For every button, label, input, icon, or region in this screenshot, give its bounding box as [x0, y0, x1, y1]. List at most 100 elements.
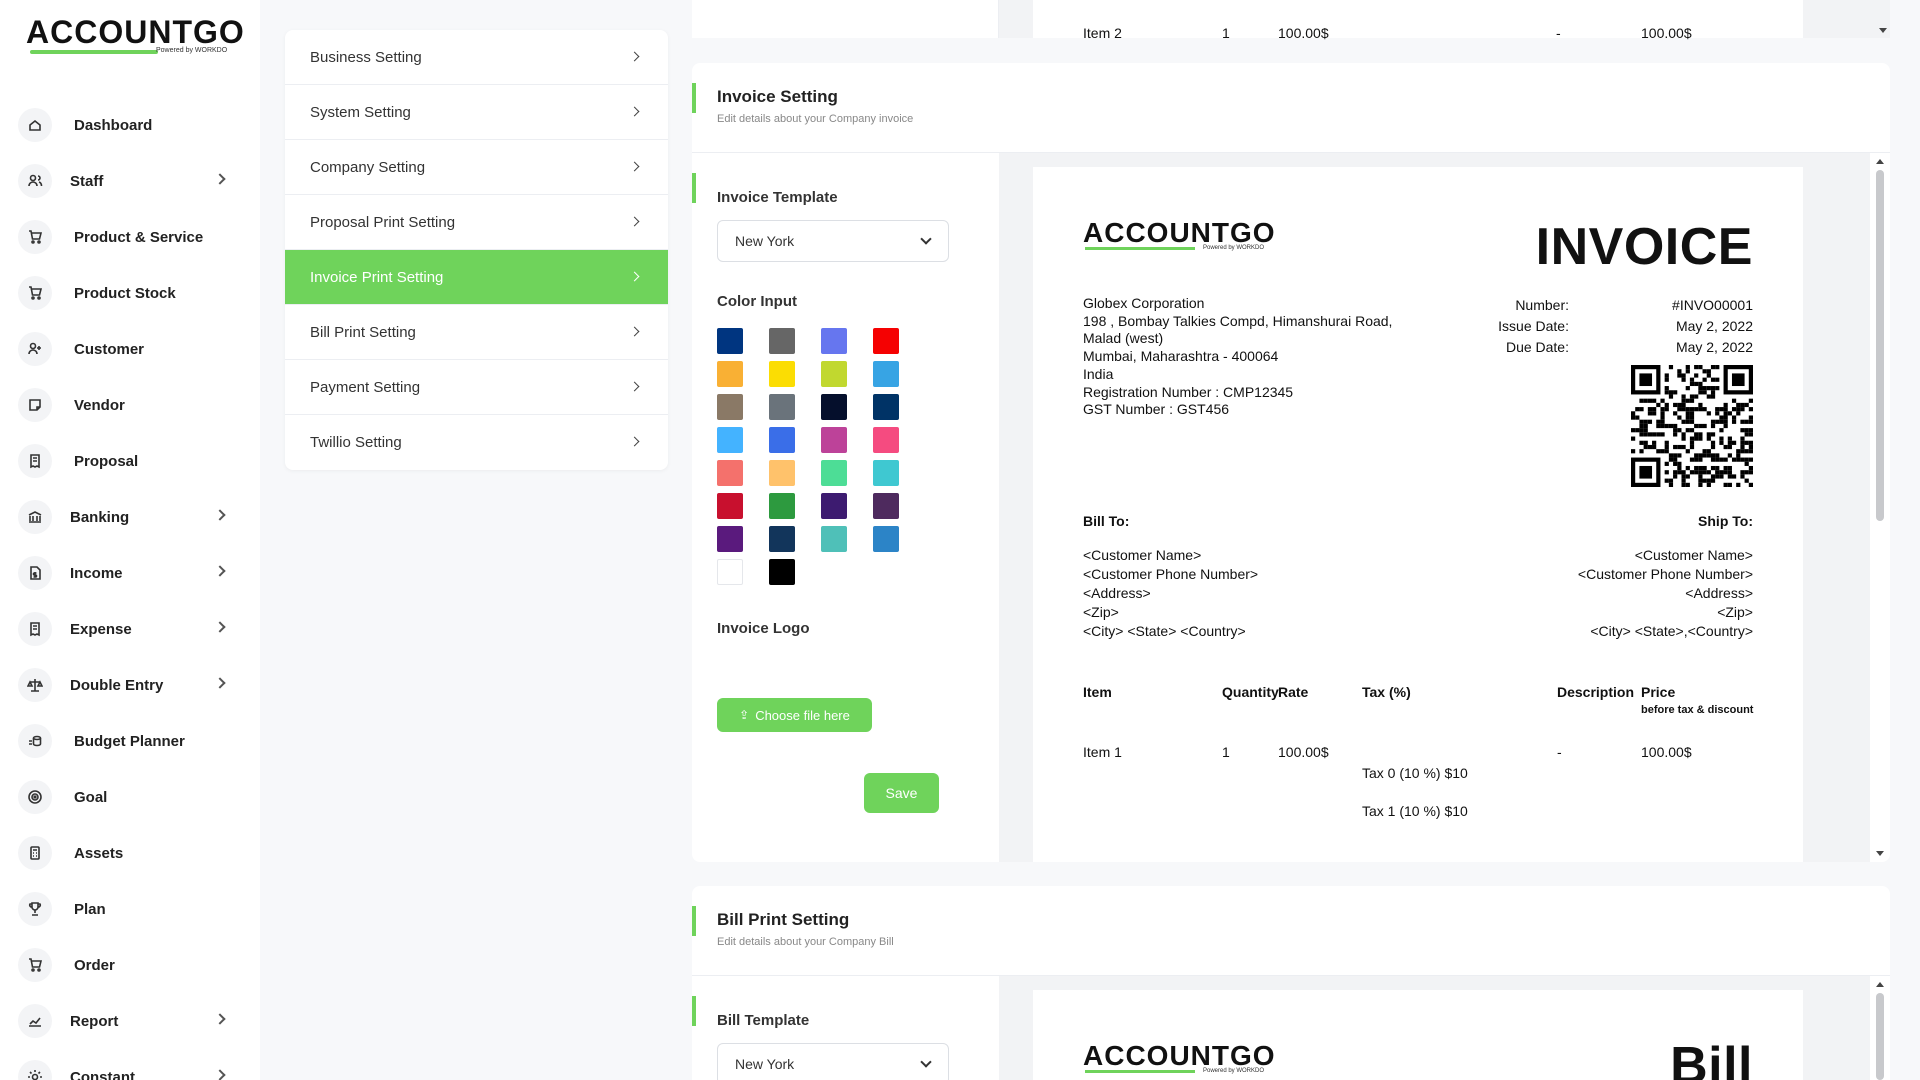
bill-to-line: <Customer Phone Number>: [1083, 566, 1259, 582]
sidebar-item-label: Report: [70, 1012, 119, 1030]
col-tax: Tax (%): [1362, 684, 1411, 700]
scroll-thumb[interactable]: [1876, 993, 1884, 1080]
tail-qty: 1: [1222, 25, 1230, 41]
chevron-right-icon: [629, 326, 640, 337]
color-swatch[interactable]: [821, 394, 847, 420]
settings-item-twillio-setting[interactable]: Twillio Setting: [285, 415, 668, 470]
color-swatch[interactable]: [873, 328, 899, 354]
sidebar-item-budget-planner[interactable]: Budget Planner: [18, 713, 238, 769]
color-swatch[interactable]: [821, 427, 847, 453]
settings-item-label: Bill Print Setting: [310, 323, 416, 341]
sidebar-item-product-service[interactable]: Product & Service: [18, 209, 238, 265]
color-swatch[interactable]: [769, 328, 795, 354]
ship-to-label: Ship To:: [1698, 513, 1753, 529]
users-icon: [18, 164, 52, 198]
chevron-right-icon: [629, 271, 640, 282]
color-swatch[interactable]: [821, 460, 847, 486]
preview-logo: ACCOUNTGO Powered by WORKDO: [1083, 217, 1283, 253]
settings-item-business-setting[interactable]: Business Setting: [285, 30, 668, 85]
settings-item-proposal-print-setting[interactable]: Proposal Print Setting: [285, 195, 668, 250]
scroll-up-arrow[interactable]: [1876, 159, 1884, 164]
meta-value: May 2, 2022: [1675, 318, 1753, 334]
scroll-up-arrow[interactable]: [1876, 982, 1884, 987]
color-swatch[interactable]: [873, 394, 899, 420]
chevron-down-icon: [920, 233, 932, 245]
sidebar-item-label: Dashboard: [74, 116, 153, 134]
color-swatch[interactable]: [717, 460, 743, 486]
scroll-down-arrow[interactable]: [1879, 28, 1887, 33]
row-tax-1: Tax 1 (10 %) $10: [1362, 803, 1468, 819]
sidebar-item-constant[interactable]: Constant: [18, 1049, 238, 1080]
sidebar-item-income[interactable]: Income: [18, 545, 238, 601]
save-button[interactable]: Save: [864, 773, 939, 813]
color-swatch[interactable]: [821, 328, 847, 354]
color-swatch[interactable]: [821, 361, 847, 387]
brand-logo[interactable]: ACCOUNTGO Powered by WORKDO: [26, 14, 244, 56]
meta-value: May 2, 2022: [1675, 339, 1753, 355]
invoice-template-select[interactable]: New York: [717, 220, 949, 262]
color-swatch[interactable]: [873, 493, 899, 519]
bill-preview-scrollbar[interactable]: [1870, 976, 1890, 1080]
chevron-down-icon: [920, 1056, 932, 1068]
color-swatch[interactable]: [873, 526, 899, 552]
sidebar-item-goal[interactable]: Goal: [18, 769, 238, 825]
note-icon: [18, 388, 52, 422]
color-swatch[interactable]: [769, 559, 795, 585]
color-swatch[interactable]: [717, 526, 743, 552]
sidebar-item-assets[interactable]: Assets: [18, 825, 238, 881]
cart-icon: [18, 948, 52, 982]
sidebar-item-proposal[interactable]: Proposal: [18, 433, 238, 489]
color-swatch[interactable]: [717, 559, 743, 585]
sidebar-item-banking[interactable]: Banking: [18, 489, 238, 545]
sidebar-item-product-stock[interactable]: Product Stock: [18, 265, 238, 321]
settings-item-label: Business Setting: [310, 48, 422, 66]
color-swatch[interactable]: [873, 460, 899, 486]
settings-item-invoice-print-setting[interactable]: Invoice Print Setting: [285, 250, 668, 305]
color-swatch[interactable]: [717, 328, 743, 354]
sidebar-item-report[interactable]: Report: [18, 993, 238, 1049]
bill-logo-underline: [1085, 1070, 1195, 1073]
cart-icon: [18, 276, 52, 310]
choose-file-button[interactable]: ⇪ Choose file here: [717, 698, 872, 732]
color-swatch[interactable]: [717, 493, 743, 519]
cart-icon: [18, 220, 52, 254]
color-swatch[interactable]: [769, 427, 795, 453]
sidebar-item-customer[interactable]: Customer: [18, 321, 238, 377]
bill-setting-card: Bill Print Setting Edit details about yo…: [692, 886, 1890, 1080]
color-swatch[interactable]: [873, 361, 899, 387]
invoice-preview-scrollbar[interactable]: [1870, 153, 1890, 862]
sidebar-item-label: Customer: [74, 340, 145, 358]
sidebar-item-dashboard[interactable]: Dashboard: [18, 97, 238, 153]
bill-template-select[interactable]: New York: [717, 1043, 949, 1080]
sidebar-item-expense[interactable]: Expense: [18, 601, 238, 657]
bill-to-line: <City> <State> <Country>: [1083, 623, 1246, 639]
sidebar-item-order[interactable]: Order: [18, 937, 238, 993]
sidebar-item-vendor[interactable]: Vendor: [18, 377, 238, 433]
color-swatch[interactable]: [717, 394, 743, 420]
sidebar-item-label: Proposal: [74, 452, 139, 470]
sidebar-item-label: Budget Planner: [74, 732, 185, 750]
settings-item-company-setting[interactable]: Company Setting: [285, 140, 668, 195]
settings-item-system-setting[interactable]: System Setting: [285, 85, 668, 140]
sidebar-item-staff[interactable]: Staff: [18, 153, 238, 209]
bill-setting-title: Bill Print Setting: [717, 910, 850, 929]
coins-icon: [18, 724, 52, 758]
user-plus-icon: [18, 332, 52, 366]
color-swatch[interactable]: [769, 361, 795, 387]
color-swatch[interactable]: [769, 394, 795, 420]
scroll-down-arrow[interactable]: [1876, 851, 1884, 856]
color-swatch[interactable]: [717, 361, 743, 387]
color-swatch[interactable]: [821, 526, 847, 552]
chevron-right-icon: [214, 173, 226, 185]
color-swatch[interactable]: [769, 493, 795, 519]
sidebar-item-double-entry[interactable]: Double Entry: [18, 657, 238, 713]
color-swatch[interactable]: [717, 427, 743, 453]
settings-item-payment-setting[interactable]: Payment Setting: [285, 360, 668, 415]
scroll-thumb[interactable]: [1876, 170, 1884, 521]
color-swatch[interactable]: [873, 427, 899, 453]
settings-item-bill-print-setting[interactable]: Bill Print Setting: [285, 305, 668, 360]
color-swatch[interactable]: [769, 526, 795, 552]
color-swatch[interactable]: [821, 493, 847, 519]
color-swatch[interactable]: [769, 460, 795, 486]
sidebar-item-plan[interactable]: Plan: [18, 881, 238, 937]
